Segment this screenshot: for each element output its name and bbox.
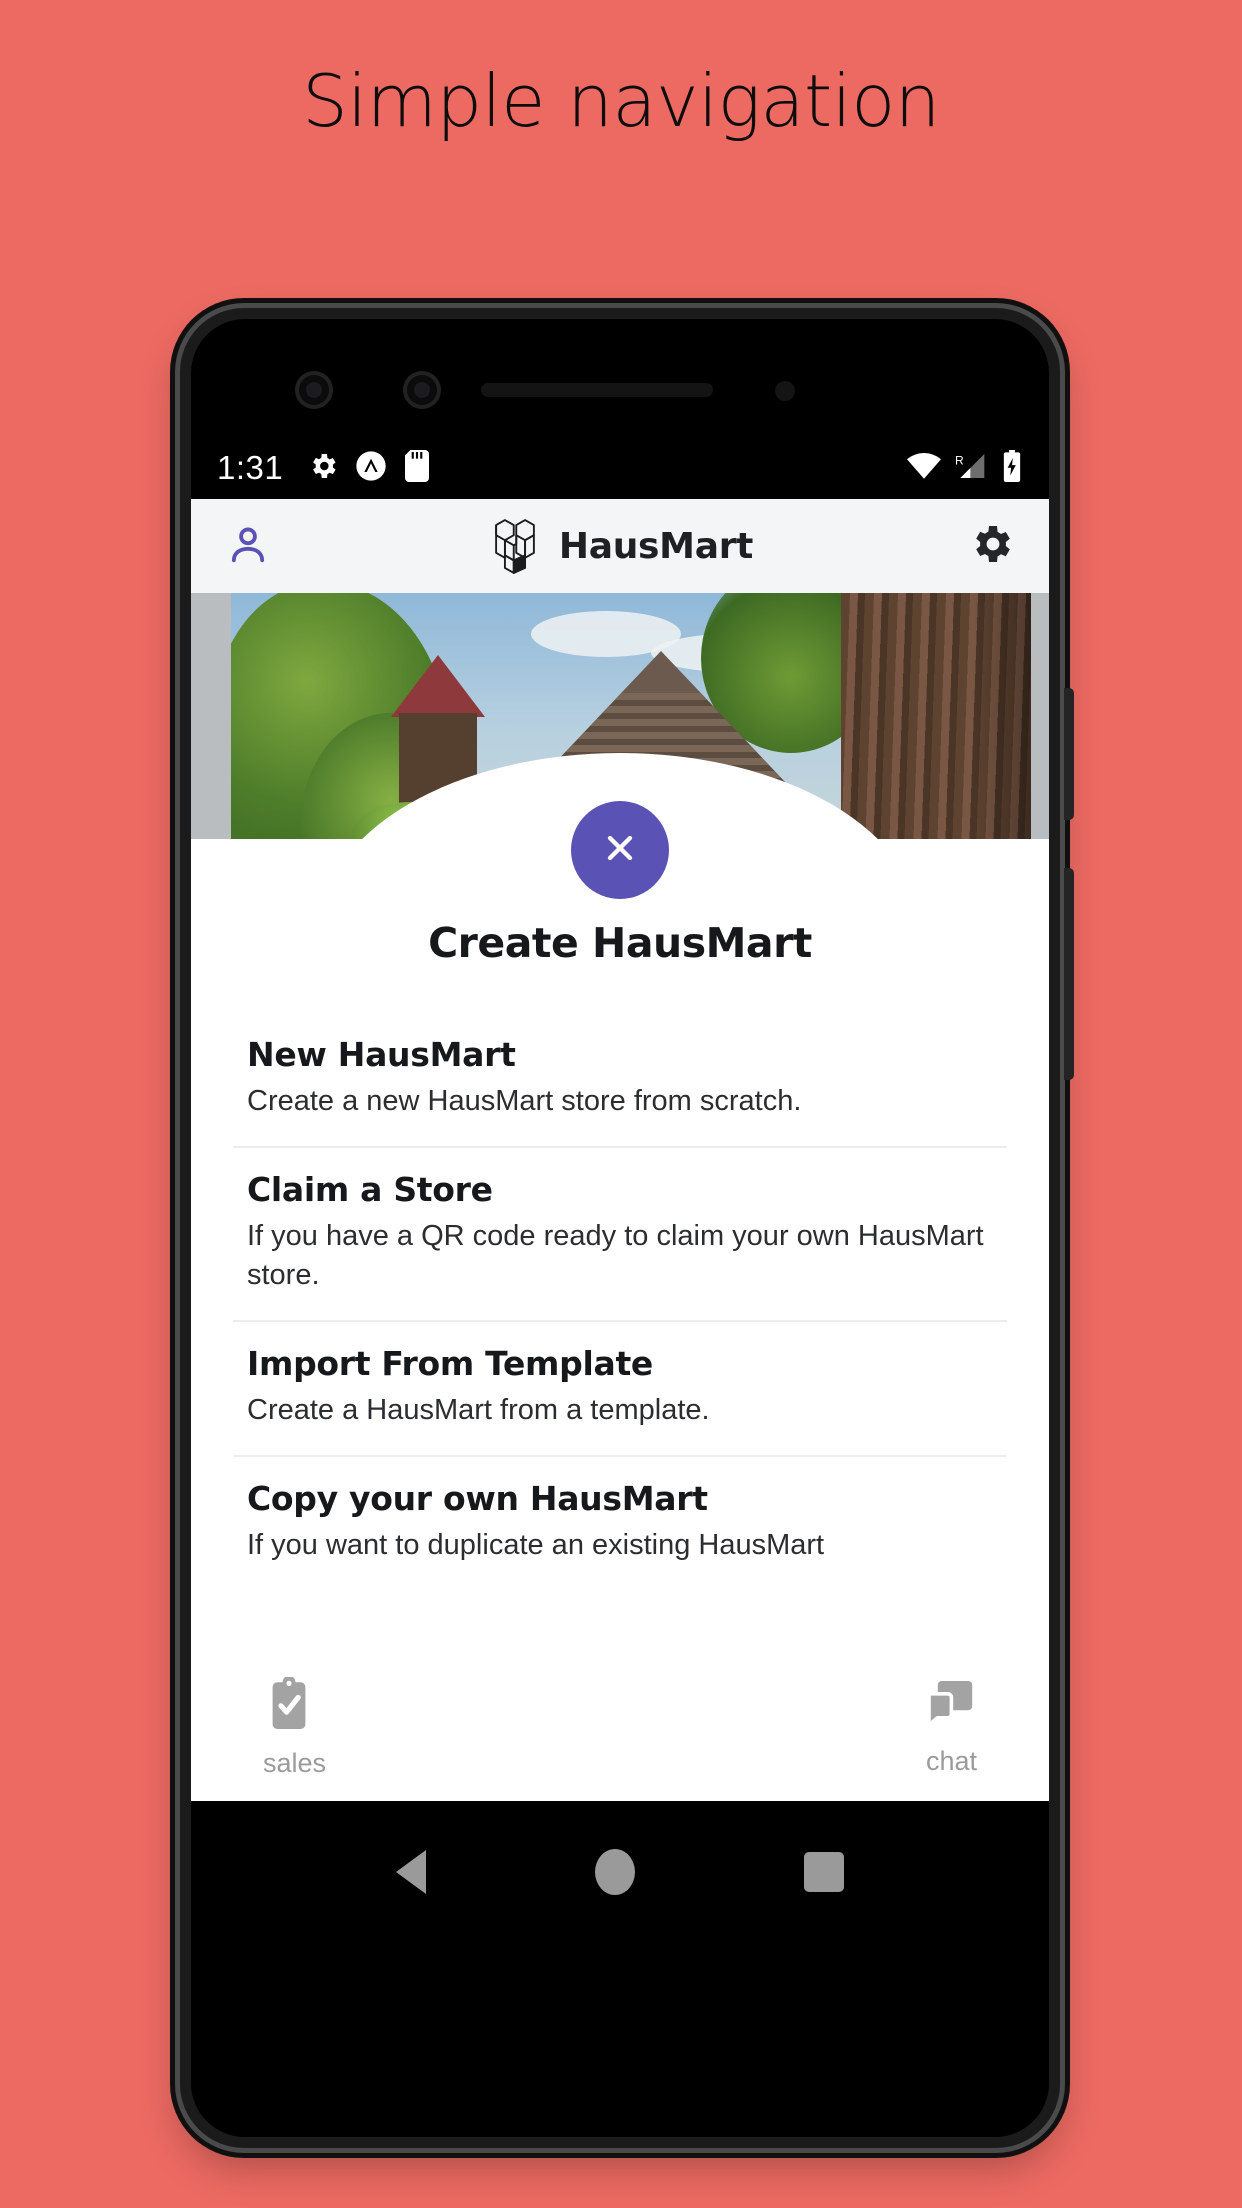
app-bar: HausMart xyxy=(191,499,1049,593)
gear-icon xyxy=(307,450,339,487)
close-x-icon xyxy=(600,828,640,873)
option-title: Copy your own HausMart xyxy=(247,1479,708,1519)
option-description: Create a new HausMart store from scratch… xyxy=(247,1085,802,1117)
battery-charging-icon xyxy=(1001,449,1023,487)
close-sheet-button[interactable] xyxy=(571,801,669,899)
sd-card-icon xyxy=(403,449,431,487)
cell-signal-roaming-icon: R xyxy=(955,452,987,485)
option-description: If you have a QR code ready to claim you… xyxy=(247,1220,984,1291)
front-camera-icon xyxy=(295,371,333,409)
tab-sales[interactable]: sales xyxy=(263,1675,620,1779)
android-nav-bar xyxy=(191,1801,1049,2137)
tab-label: chat xyxy=(925,1746,977,1776)
list-item[interactable]: Copy your own HausMart If you want to du… xyxy=(233,1457,1007,1590)
clipboard-check-icon xyxy=(263,1675,315,1738)
tab-chat[interactable]: chat xyxy=(620,1677,977,1779)
app-viewport: HausMart Create HausMart New HausMart Cr… xyxy=(191,499,1049,1801)
home-circle-icon[interactable] xyxy=(594,1849,635,1895)
create-options-list: New HausMart Create a new HausMart store… xyxy=(191,1013,1049,1590)
gear-icon[interactable] xyxy=(967,520,1015,573)
app-brand: HausMart xyxy=(191,499,1049,593)
wifi-icon xyxy=(907,452,941,485)
phone-frame: 1:31 R HausMart Create HausMart New Haus… xyxy=(180,308,1074,2148)
status-clock: 1:31 xyxy=(217,449,284,486)
proximity-sensor-icon xyxy=(775,381,795,401)
apex-launcher-icon xyxy=(355,450,387,487)
list-item[interactable]: Claim a Store If you have a QR code read… xyxy=(233,1148,1007,1322)
status-right-icons: R xyxy=(907,449,1023,487)
person-icon[interactable] xyxy=(225,521,271,572)
poster-canvas: Simple navigation 1:31 R HausMart Create… xyxy=(0,0,1242,2208)
phone-screen-area: 1:31 R HausMart Create HausMart New Haus… xyxy=(191,319,1049,2137)
create-hausmart-sheet: Create HausMart New HausMart Create a ne… xyxy=(191,753,1049,1801)
bottom-tab-bar: sales chat xyxy=(191,1675,1049,1779)
front-sensor-icon xyxy=(403,371,441,409)
power-button[interactable] xyxy=(1064,688,1074,820)
volume-button[interactable] xyxy=(1064,868,1074,1080)
android-status-bar: 1:31 R xyxy=(191,437,1049,499)
chat-bubbles-icon xyxy=(923,1677,977,1736)
option-description: Create a HausMart from a template. xyxy=(247,1393,710,1426)
list-item[interactable]: New HausMart Create a new HausMart store… xyxy=(233,1013,1007,1149)
earpiece-speaker xyxy=(481,383,713,397)
option-title: New HausMart xyxy=(247,1035,516,1074)
hausmart-isometric-logo xyxy=(487,510,543,583)
back-triangle-icon[interactable] xyxy=(395,1850,426,1894)
recents-square-icon[interactable] xyxy=(804,1852,845,1892)
page-title: Simple navigation xyxy=(302,59,940,143)
svg-text:R: R xyxy=(955,453,964,467)
option-description: If you want to duplicate an existing Hau… xyxy=(247,1529,825,1562)
tab-label: sales xyxy=(263,1748,327,1778)
option-title: Claim a Store xyxy=(247,1170,493,1210)
option-title: Import From Template xyxy=(247,1343,654,1383)
status-left-icons xyxy=(307,449,431,487)
list-item[interactable]: Import From Template Create a HausMart f… xyxy=(233,1322,1007,1458)
app-title: HausMart xyxy=(558,525,754,567)
